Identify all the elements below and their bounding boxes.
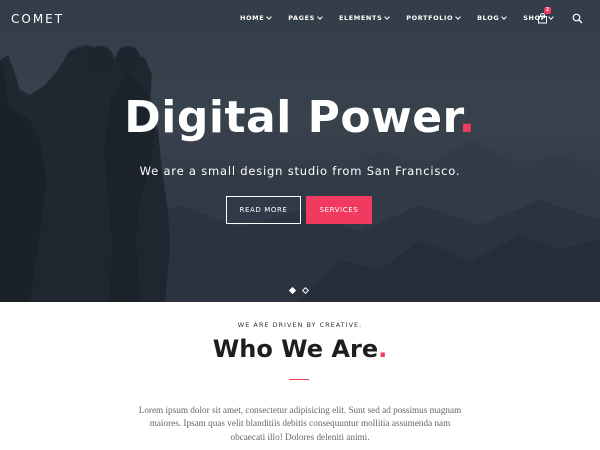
- section-title-dot: .: [378, 335, 388, 363]
- chevron-down-icon: [384, 14, 391, 20]
- hero-title-text: Digital Power: [124, 92, 459, 143]
- menu-item-portfolio[interactable]: PORTFOLIO: [406, 14, 461, 22]
- main-menu: HOME PAGES ELEMENTS PORTFOLIO BLOG SHOP: [240, 14, 554, 22]
- menu-item-label: PORTFOLIO: [406, 14, 454, 22]
- chevron-down-icon: [266, 14, 273, 20]
- section-body-text: Lorem ipsum dolor sit amet, consectetur …: [138, 405, 462, 442]
- menu-item-pages[interactable]: PAGES: [288, 14, 323, 22]
- bag-icon[interactable]: [537, 13, 548, 24]
- section-divider: [289, 379, 309, 380]
- hero-title-dot: .: [458, 92, 476, 143]
- hero-background-image: [0, 0, 600, 302]
- section-kicker: WE ARE DRIVEN BY CREATIVE.: [237, 321, 363, 329]
- brand-logo[interactable]: COMET: [11, 12, 64, 26]
- services-button[interactable]: SERVICES: [306, 196, 372, 224]
- read-more-button[interactable]: READ MORE: [226, 196, 301, 224]
- chevron-down-icon: [455, 14, 461, 20]
- section-title: Who We Are.: [0, 335, 600, 363]
- menu-item-label: PAGES: [288, 14, 315, 22]
- menu-item-label: BLOG: [477, 14, 500, 22]
- chevron-down-icon: [548, 14, 554, 20]
- chevron-down-icon: [501, 14, 508, 20]
- top-navigation: COMET HOME PAGES ELEMENTS PORTFOLIO BLOG: [0, 0, 600, 38]
- chevron-down-icon: [317, 14, 323, 20]
- search-icon[interactable]: [572, 13, 583, 24]
- menu-item-label: HOME: [240, 14, 265, 22]
- hero-section: COMET HOME PAGES ELEMENTS PORTFOLIO BLOG: [0, 0, 600, 302]
- section-title-text: Who We Are: [212, 335, 379, 363]
- hero-title: Digital Power.: [0, 92, 600, 143]
- menu-item-elements[interactable]: ELEMENTS: [338, 14, 391, 22]
- menu-item-home[interactable]: HOME: [240, 14, 273, 22]
- cart-count-badge: 2: [544, 7, 551, 14]
- menu-item-blog[interactable]: BLOG: [477, 14, 508, 22]
- menu-item-label: ELEMENTS: [338, 14, 383, 22]
- hero-subtitle: We are a small design studio from San Fr…: [139, 164, 461, 178]
